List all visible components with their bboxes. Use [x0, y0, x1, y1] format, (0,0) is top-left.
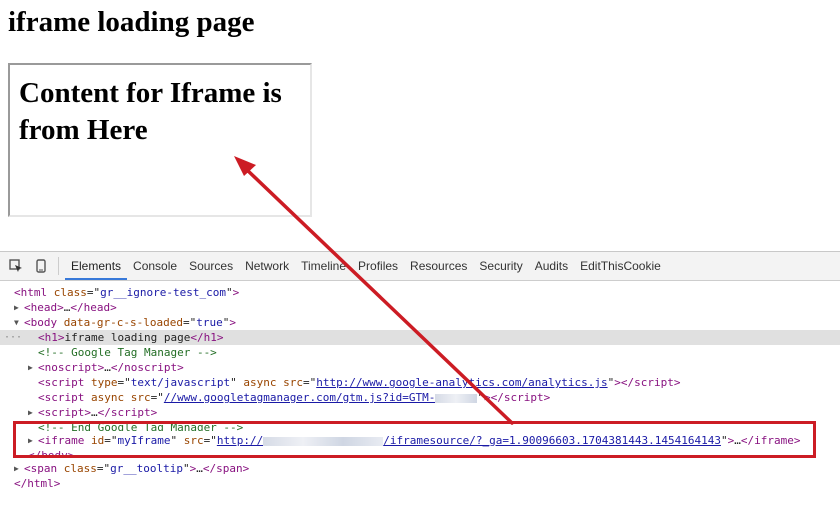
highlight-box: [13, 421, 816, 458]
dom-node-body[interactable]: ▼ <body data-gr-c-s-loaded="true">: [0, 315, 840, 330]
dom-node-script[interactable]: ▶ <script>…</script>: [0, 405, 840, 420]
analytics-link[interactable]: http://www.google-analytics.com/analytic…: [316, 376, 607, 389]
tab-audits[interactable]: Audits: [529, 252, 574, 280]
tab-editthiscookie[interactable]: EditThisCookie: [574, 252, 667, 280]
toolbar-separator: [58, 257, 59, 275]
expand-arrow-icon[interactable]: ▶: [14, 461, 24, 476]
dom-node-html-close[interactable]: </html>: [0, 476, 840, 491]
dom-node-html[interactable]: <html class="gr__ignore-test_com">: [0, 285, 840, 300]
gtm-link[interactable]: //www.googletagmanager.com/gtm.js?id=GTM…: [164, 391, 436, 404]
devtools-toolbar: Elements Console Sources Network Timelin…: [0, 252, 840, 281]
dom-node-noscript[interactable]: ▶ <noscript>…</noscript>: [0, 360, 840, 375]
tab-timeline[interactable]: Timeline: [295, 252, 352, 280]
page-title: iframe loading page: [8, 6, 255, 38]
dom-node-script-analytics[interactable]: <script type="text/javascript" async src…: [0, 375, 840, 390]
dom-node-script-gtm[interactable]: <script async src="//www.googletagmanage…: [0, 390, 840, 405]
inspect-icon[interactable]: [7, 257, 25, 275]
tab-resources[interactable]: Resources: [404, 252, 473, 280]
tab-profiles[interactable]: Profiles: [352, 252, 404, 280]
more-icon[interactable]: ···: [4, 330, 22, 345]
redacted-text: [435, 393, 478, 403]
expand-arrow-icon[interactable]: ▶: [14, 300, 24, 315]
tab-sources[interactable]: Sources: [183, 252, 239, 280]
tab-elements[interactable]: Elements: [65, 252, 128, 280]
expand-arrow-icon[interactable]: ▶: [28, 405, 38, 420]
dom-node-h1[interactable]: ··· <h1>iframe loading page</h1>: [0, 330, 840, 345]
collapse-arrow-icon[interactable]: ▼: [14, 315, 24, 330]
tab-console[interactable]: Console: [127, 252, 183, 280]
expand-arrow-icon[interactable]: ▶: [28, 360, 38, 375]
dom-node-comment[interactable]: <!-- Google Tag Manager -->: [0, 345, 840, 360]
iframe-content-heading: Content for Iframe is from Here: [19, 77, 282, 146]
dom-node-span[interactable]: ▶ <span class="gr__tooltip">…</span>: [0, 461, 840, 476]
devtools-panel: Elements Console Sources Network Timelin…: [0, 251, 840, 520]
device-mode-icon[interactable]: [32, 257, 50, 275]
tab-network[interactable]: Network: [239, 252, 295, 280]
tab-security[interactable]: Security: [473, 252, 528, 280]
dom-node-head[interactable]: ▶ <head>…</head>: [0, 300, 840, 315]
iframe-frame: Content for Iframe is from Here: [8, 63, 312, 217]
